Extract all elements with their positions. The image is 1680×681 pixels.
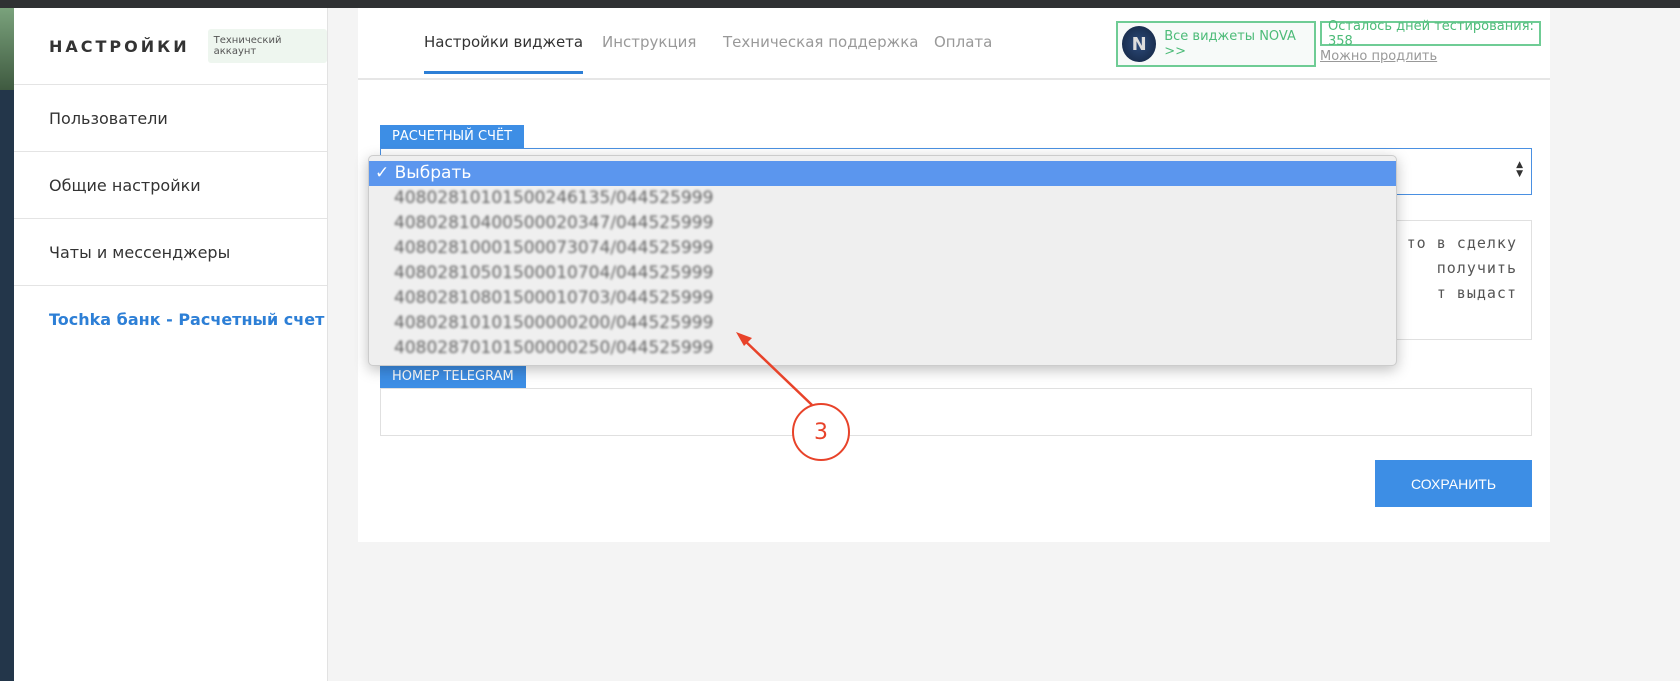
annotation-arrow-icon <box>736 332 813 406</box>
annotation-step-number: 3 <box>792 403 850 461</box>
